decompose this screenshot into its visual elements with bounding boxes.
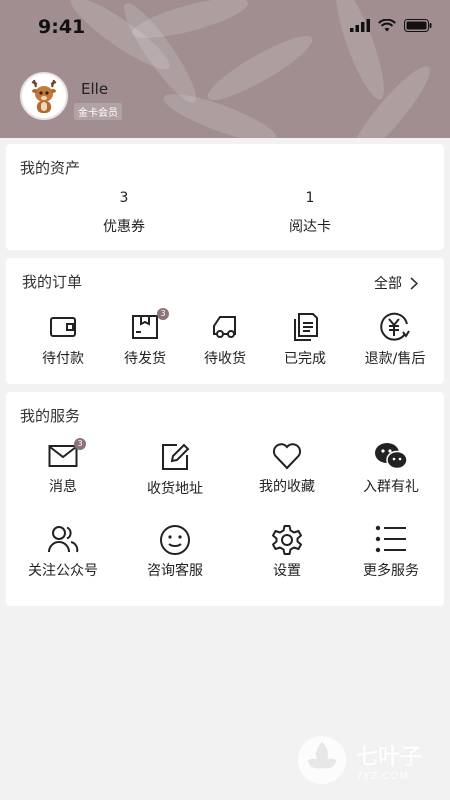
shipment-badge: 3 <box>157 308 169 320</box>
avatar[interactable] <box>20 72 68 120</box>
services-title: 我的服务 <box>20 407 81 425</box>
profile-header: 9:41 Elle 金卡会员 <box>0 0 450 138</box>
signal-icon <box>350 19 370 32</box>
reading-card-label: 阅达卡 <box>289 219 331 235</box>
all-orders-label: 全部 <box>374 276 402 292</box>
wechat-icon <box>375 443 408 470</box>
service-label: 关注公众号 <box>28 563 98 579</box>
order-label: 已完成 <box>284 351 326 367</box>
status-bar: 9:41 <box>0 16 450 40</box>
service-label: 设置 <box>273 563 301 579</box>
feather-decoration <box>341 58 439 138</box>
watermark-text: 七叶子 <box>356 744 423 770</box>
watermark-subtext: 7YZ.COM <box>356 770 409 782</box>
service-label: 入群有礼 <box>363 479 419 495</box>
order-label: 退款/售后 <box>364 351 426 367</box>
orders-title: 我的订单 <box>22 273 83 291</box>
service-address[interactable]: 收货地址 <box>132 442 218 498</box>
coupon-count: 3 <box>119 190 129 206</box>
order-completed[interactable]: 已完成 <box>272 312 338 368</box>
messages-badge: 3 <box>74 438 86 450</box>
status-time: 9:41 <box>38 16 86 38</box>
battery-icon <box>404 19 432 32</box>
service-messages[interactable]: 3 消息 <box>26 438 100 496</box>
truck-icon <box>213 316 236 338</box>
package-icon <box>132 315 158 339</box>
edit-icon <box>162 443 190 470</box>
wifi-icon <box>378 19 396 32</box>
chevron-right-icon <box>410 276 418 290</box>
service-label: 消息 <box>49 479 77 495</box>
watermark: 七叶子 7YZ.COM <box>296 734 422 786</box>
coupon-label: 优惠券 <box>103 219 145 235</box>
assets-card: 我的资产 3 优惠券 1 阅达卡 <box>6 144 444 250</box>
leaf-logo-icon <box>298 736 346 784</box>
all-orders-link[interactable]: 全部 <box>374 273 418 293</box>
service-label: 更多服务 <box>363 563 419 579</box>
order-label: 待收货 <box>204 351 246 367</box>
heart-icon <box>272 443 302 470</box>
service-follow-account[interactable]: 关注公众号 <box>20 524 106 580</box>
deer-avatar-icon <box>31 79 57 113</box>
orders-card: 我的订单 全部 待付款 3 待发货 待收货 已完成 退款/售后 <box>6 258 444 384</box>
status-icons <box>350 19 432 32</box>
services-card: 我的服务 3 消息 收货地址 我的收藏 入群有礼 关注公众号 咨询客服 设置 更… <box>6 392 444 606</box>
service-settings[interactable]: 设置 <box>244 524 330 580</box>
service-join-group[interactable]: 入群有礼 <box>348 442 434 496</box>
mail-icon <box>48 445 78 467</box>
order-label: 待发货 <box>124 351 166 367</box>
service-more[interactable]: 更多服务 <box>348 524 434 580</box>
list-icon <box>375 525 406 553</box>
order-pending-shipment[interactable]: 3 待发货 <box>112 308 178 368</box>
order-label: 待付款 <box>42 351 84 367</box>
reading-card-count: 1 <box>305 190 315 206</box>
service-label: 我的收藏 <box>259 479 315 495</box>
service-customer-support[interactable]: 咨询客服 <box>132 524 218 580</box>
service-label: 咨询客服 <box>147 563 203 579</box>
wallet-icon <box>50 317 76 337</box>
service-favorites[interactable]: 我的收藏 <box>244 442 330 496</box>
member-level-badge: 金卡会员 <box>74 103 122 120</box>
order-pending-payment[interactable]: 待付款 <box>30 314 96 368</box>
watermark-text-block: 七叶子 7YZ.COM <box>356 739 422 782</box>
order-refund[interactable]: 退款/售后 <box>352 312 438 368</box>
users-icon <box>48 526 79 553</box>
gear-icon <box>272 525 302 555</box>
document-icon <box>294 313 318 341</box>
assets-title: 我的资产 <box>20 159 81 177</box>
username: Elle <box>81 80 109 98</box>
refund-icon <box>380 312 410 341</box>
service-label: 收货地址 <box>147 481 203 497</box>
smile-icon <box>160 525 190 555</box>
order-pending-receipt[interactable]: 待收货 <box>192 314 258 368</box>
